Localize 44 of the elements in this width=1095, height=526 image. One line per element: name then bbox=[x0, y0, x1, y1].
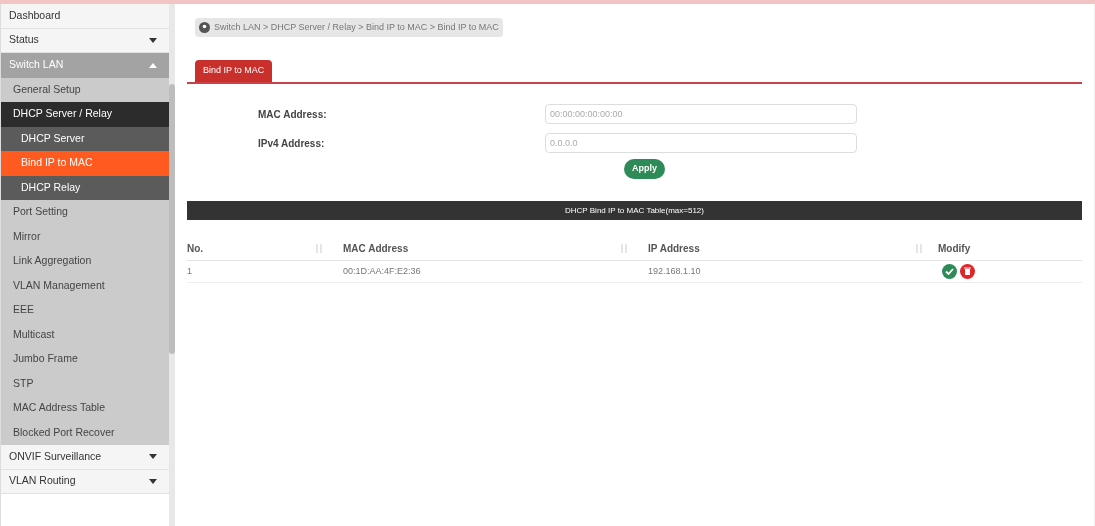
column-header[interactable]: IP Address bbox=[635, 241, 700, 256]
sidebar-item[interactable]: Mirror bbox=[1, 224, 169, 249]
sidebar-item[interactable]: MAC Address Table bbox=[1, 396, 169, 421]
input-field[interactable]: 00:00:00:00:00:00 bbox=[545, 104, 857, 124]
sidebar-item[interactable]: Blocked Port Recover bbox=[1, 420, 169, 445]
sidebar-item[interactable]: ONVIF Surveillance bbox=[1, 445, 169, 470]
sidebar-item[interactable]: DHCP Relay bbox=[1, 175, 169, 200]
caret-icon bbox=[149, 62, 157, 68]
trash-icon[interactable] bbox=[960, 264, 975, 279]
column-header[interactable]: MAC Address bbox=[330, 241, 409, 256]
location-pin-icon bbox=[199, 22, 210, 33]
sort-icon[interactable] bbox=[916, 244, 922, 253]
apply-button[interactable]: Apply bbox=[624, 159, 665, 179]
sidebar-item[interactable]: General Setup bbox=[1, 77, 169, 102]
table-cell-text: 192.168.1.10 bbox=[648, 264, 702, 278]
table-cell-text: 1 bbox=[187, 264, 193, 278]
tab[interactable]: Bind IP to MAC bbox=[195, 60, 273, 82]
sidebar-item[interactable]: VLAN Management bbox=[1, 273, 169, 298]
caret-icon bbox=[149, 454, 157, 460]
scrollbar-thumb[interactable] bbox=[169, 84, 175, 354]
sidebar-item[interactable]: Status bbox=[1, 28, 169, 53]
input-field[interactable]: 0.0.0.0 bbox=[545, 133, 857, 153]
check-icon[interactable] bbox=[942, 264, 957, 279]
caret-icon bbox=[149, 478, 157, 484]
sidebar-item[interactable]: VLAN Routing bbox=[1, 469, 169, 494]
sidebar-item[interactable]: STP bbox=[1, 371, 169, 396]
table-title-bar: DHCP Bind IP to MAC Table(max=512) bbox=[187, 201, 1082, 220]
sidebar-item[interactable]: Port Setting bbox=[1, 200, 169, 225]
column-header[interactable]: Modify bbox=[938, 241, 971, 256]
sidebar-item[interactable]: DHCP Server bbox=[1, 126, 169, 151]
sidebar-item[interactable]: Link Aggregation bbox=[1, 249, 169, 274]
sidebar-item[interactable]: EEE bbox=[1, 298, 169, 323]
column-header[interactable]: No. bbox=[187, 241, 204, 256]
caret-icon bbox=[149, 37, 157, 43]
breadcrumb-text: Switch LAN > DHCP Server / Relay > Bind IP to MAC > Bind IP to MAC bbox=[214, 20, 499, 34]
sidebar-item[interactable]: Multicast bbox=[1, 322, 169, 347]
sort-icon[interactable] bbox=[316, 244, 322, 253]
sort-icon[interactable] bbox=[621, 244, 627, 253]
sidebar-item[interactable]: Jumbo Frame bbox=[1, 347, 169, 372]
sidebar-item[interactable]: Dashboard bbox=[1, 4, 169, 29]
table-cell-text: 00:1D:AA:4F:E2:36 bbox=[343, 264, 422, 278]
field-label: MAC Address: bbox=[258, 107, 328, 122]
sidebar-item[interactable]: DHCP Server / Relay bbox=[1, 102, 169, 127]
field-label: IPv4 Address: bbox=[258, 136, 326, 151]
